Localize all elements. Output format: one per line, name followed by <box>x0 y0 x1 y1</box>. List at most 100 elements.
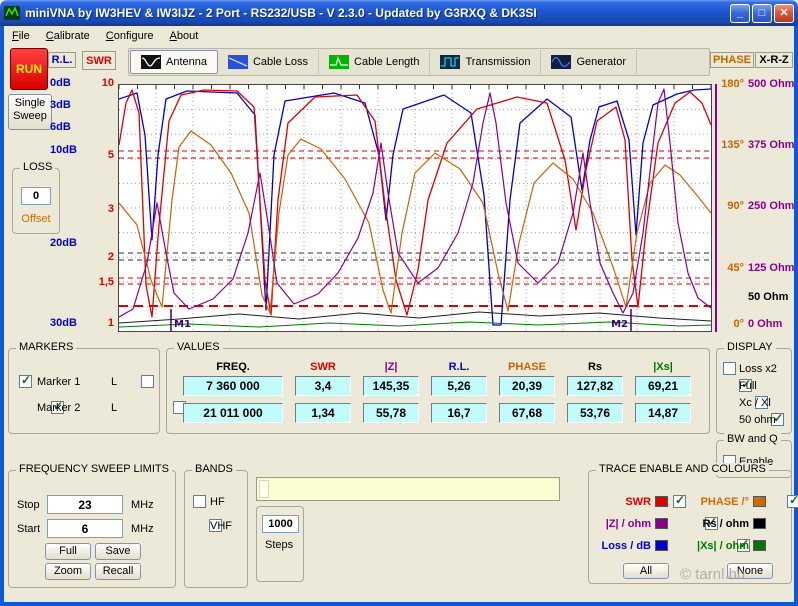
hf-label: HF <box>210 496 225 508</box>
progress-indicator <box>259 480 269 498</box>
right-axis-row: 135° 375 Ohm <box>720 139 796 152</box>
start-frequency-input[interactable] <box>47 519 123 538</box>
recall-button[interactable]: Recall <box>95 563 141 580</box>
mode-tabstrip: Antenna Cable Loss Cable Length Transmis… <box>128 48 710 76</box>
trace-z-label: |Z| / ohm <box>605 518 651 530</box>
menu-configure[interactable]: Configure <box>98 28 162 44</box>
deg-label: 0° <box>733 318 744 330</box>
maximize-button[interactable]: □ <box>752 3 772 23</box>
values-group-title: VALUES <box>174 341 223 353</box>
tab-label: Antenna <box>166 56 207 68</box>
value-rl-m2: 16,7 <box>431 403 487 423</box>
loss-group-title: LOSS <box>20 161 56 173</box>
swr-tick-1-5: 1,5 <box>98 276 114 288</box>
single-sweep-button[interactable]: Single Sweep <box>8 94 52 130</box>
menu-about[interactable]: About <box>162 28 207 44</box>
all-traces-button[interactable]: All <box>623 563 669 579</box>
start-unit-label: MHz <box>131 523 154 535</box>
loss-offset-group: LOSS 0 Offset <box>12 161 60 234</box>
stop-frequency-input[interactable] <box>47 495 123 514</box>
save-button[interactable]: Save <box>95 543 141 560</box>
deg-label <box>720 291 744 304</box>
swr-tick-3: 3 <box>107 203 114 215</box>
bands-group: BANDS HF VHF <box>184 463 248 588</box>
value-freq-m1: 7 360 000 <box>183 376 283 396</box>
values-header-rs: Rs <box>587 361 603 373</box>
db-label-10: 10dB <box>50 144 77 156</box>
loss-x2-label: Loss x2 <box>739 363 777 375</box>
values-header-freq: FREQ. <box>216 361 250 373</box>
values-group: VALUES FREQ. SWR |Z| R.L. PHASE Rs |Xs| … <box>166 341 710 434</box>
trace-z-swatch <box>655 518 668 529</box>
menu-calibrate[interactable]: Calibrate <box>38 28 98 44</box>
trace-xs-label: |Xs| / ohm <box>697 540 749 552</box>
ohm-label: 125 Ohm <box>748 262 795 274</box>
marker1-l-checkbox[interactable] <box>141 375 155 388</box>
right-axis-row: 180° 500 Ohm <box>720 78 796 91</box>
deg-label: 135° <box>721 139 744 151</box>
trace-swr-swatch <box>655 496 668 507</box>
swr-tick-10: 10 <box>101 77 114 89</box>
cable-length-icon <box>329 55 350 69</box>
minivna-window: miniVNA by IW3HEV & IW3IJZ - 2 Port - RS… <box>0 0 798 606</box>
markers-group-title: MARKERS <box>16 341 77 353</box>
xc-xl-label: Xc / Xl <box>739 397 771 409</box>
tab-cable-loss[interactable]: Cable Loss <box>217 50 320 74</box>
deg-label: 90° <box>727 200 744 212</box>
marker1-label: Marker 1 <box>37 376 81 388</box>
sweep-limits-group: FREQUENCY SWEEP LIMITS Stop MHz Start MH… <box>8 463 176 588</box>
ohm-label: 500 Ohm <box>748 78 795 90</box>
close-button[interactable]: ✕ <box>774 3 794 23</box>
ohm-label: 375 Ohm <box>748 139 795 151</box>
tab-label: Generator <box>576 56 627 68</box>
tab-antenna[interactable]: Antenna <box>130 50 218 74</box>
swr-axis-label: SWR <box>82 51 116 70</box>
run-button[interactable]: RUN <box>10 48 48 90</box>
fifty-ohm-label: 50 ohm <box>739 414 776 426</box>
value-xs-m1: 69,21 <box>635 376 691 396</box>
rl-axis-label: R.L. <box>48 52 76 68</box>
tab-transmission[interactable]: Transmission <box>430 50 542 74</box>
db-label-30: 30dB <box>50 317 77 329</box>
display-group-title: DISPLAY <box>724 341 776 353</box>
value-freq-m2: 21 011 000 <box>183 403 283 423</box>
trace-loss-swatch <box>655 540 668 551</box>
hf-checkbox[interactable] <box>193 495 206 508</box>
zoom-button[interactable]: Zoom <box>45 563 91 580</box>
window-title: miniVNA by IW3HEV & IW3IJZ - 2 Port - RS… <box>25 6 537 20</box>
marker2-l-label: L <box>111 402 118 414</box>
minimize-button[interactable]: _ <box>730 3 750 23</box>
full-sweep-button[interactable]: Full <box>45 543 91 560</box>
swr-tick-5: 5 <box>107 149 114 161</box>
tab-generator[interactable]: Generator <box>541 50 638 74</box>
marker2-label: Marker 2 <box>37 402 81 414</box>
chart-canvas: M1 M2 <box>118 85 712 331</box>
marker1-l-label: L <box>111 376 118 388</box>
loss-x2-checkbox[interactable] <box>723 362 736 375</box>
trace-phase-swatch <box>753 496 766 507</box>
value-rs-m2: 53,76 <box>567 403 623 423</box>
menu-file[interactable]: File <box>4 28 38 44</box>
steps-group: 1000 Steps <box>256 506 304 582</box>
trace-phase-checkbox[interactable] <box>787 493 798 508</box>
steps-input[interactable]: 1000 <box>262 515 299 533</box>
markers-group: MARKERS Marker 1 L Marker 2 L <box>8 341 187 434</box>
impedance-axis-line <box>715 84 717 332</box>
ohm-label: 250 Ohm <box>748 200 795 212</box>
menu-bar: File Calibrate Configure About <box>4 26 794 46</box>
title-bar[interactable]: miniVNA by IW3HEV & IW3IJZ - 2 Port - RS… <box>0 0 798 26</box>
svg-text:M1: M1 <box>174 319 191 330</box>
values-header-swr: SWR <box>310 361 336 373</box>
loss-offset-input[interactable]: 0 <box>21 187 51 205</box>
stop-label: Stop <box>17 499 40 511</box>
loss-offset-label: Offset <box>21 213 51 225</box>
value-phase-m2: 67,68 <box>499 403 555 423</box>
tab-cable-length[interactable]: Cable Length <box>319 50 431 74</box>
steps-label: Steps <box>265 539 294 551</box>
trace-swr-checkbox[interactable] <box>673 493 686 508</box>
value-swr-m1: 3,4 <box>295 376 351 396</box>
marker1-checkbox[interactable] <box>19 373 32 388</box>
sweep-chart[interactable]: M1 M2 <box>118 84 712 332</box>
values-header-phase: PHASE <box>508 361 546 373</box>
values-header-rl: R.L. <box>448 361 470 373</box>
